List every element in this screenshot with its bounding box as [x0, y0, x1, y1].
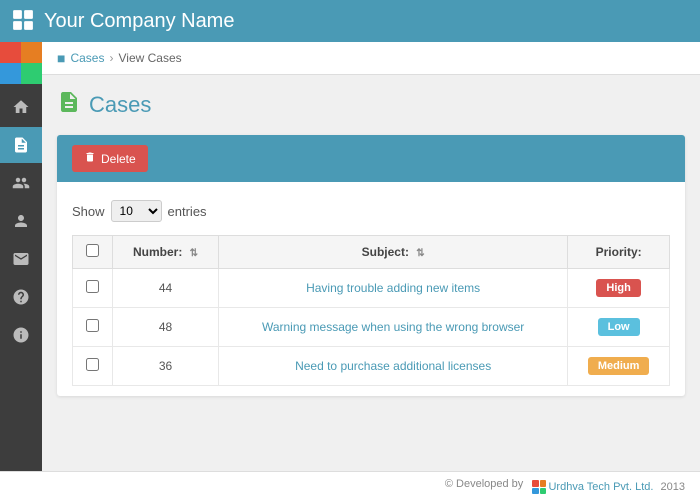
footer-text: © Developed by — [445, 478, 523, 490]
case-link[interactable]: Need to purchase additional licenses — [295, 359, 491, 373]
app-title: Your Company Name — [44, 10, 234, 33]
card-header: Delete — [57, 135, 685, 182]
sidebar-item-info[interactable] — [0, 317, 42, 353]
th-number: Number: ⇅ — [113, 236, 219, 269]
row-checkbox-cell — [73, 347, 113, 386]
row-number: 48 — [113, 308, 219, 347]
select-all-checkbox[interactable] — [86, 244, 99, 257]
cases-file-icon — [57, 90, 81, 120]
breadcrumb-separator: › — [109, 51, 113, 65]
priority-badge: High — [596, 279, 640, 297]
row-checkbox[interactable] — [86, 280, 99, 293]
color-red — [0, 42, 21, 63]
breadcrumb: ■ Cases › View Cases — [42, 42, 700, 75]
color-blue — [0, 63, 21, 84]
footer: © Developed by Urdhva Tech Pvt. Ltd. 201… — [0, 471, 700, 500]
color-orange — [21, 42, 42, 63]
row-number: 44 — [113, 269, 219, 308]
row-priority: Low — [568, 308, 670, 347]
main-layout: ■ Cases › View Cases Cases — [0, 42, 700, 500]
row-subject: Warning message when using the wrong bro… — [219, 308, 568, 347]
row-priority: Medium — [568, 347, 670, 386]
row-subject: Having trouble adding new items — [219, 269, 568, 308]
show-label: Show — [72, 204, 105, 219]
sidebar-item-profile[interactable] — [0, 203, 42, 239]
sidebar-item-mail[interactable] — [0, 241, 42, 277]
row-checkbox-cell — [73, 269, 113, 308]
cases-card: Delete Show 10 25 50 100 entries — [57, 135, 685, 396]
row-checkbox[interactable] — [86, 358, 99, 371]
delete-button[interactable]: Delete — [72, 145, 148, 172]
urdhva-logo — [532, 480, 546, 494]
th-checkbox — [73, 236, 113, 269]
table-row: 36 Need to purchase additional licenses … — [73, 347, 670, 386]
number-sort-icon[interactable]: ⇅ — [190, 248, 198, 259]
breadcrumb-current: View Cases — [118, 51, 181, 65]
sidebar-item-documents[interactable] — [0, 127, 42, 163]
cases-table: Number: ⇅ Subject: ⇅ Priority: 4 — [72, 235, 670, 386]
company-link[interactable]: Urdhva Tech Pvt. Ltd. — [548, 481, 653, 493]
row-checkbox[interactable] — [86, 319, 99, 332]
page-title: Cases — [57, 90, 685, 120]
sidebar-item-help[interactable] — [0, 279, 42, 315]
subject-sort-icon[interactable]: ⇅ — [416, 248, 424, 259]
color-block — [0, 42, 42, 84]
sidebar-item-users[interactable] — [0, 165, 42, 201]
footer-year: 2013 — [661, 481, 685, 493]
breadcrumb-icon: ■ — [57, 50, 65, 66]
sidebar-nav — [0, 84, 42, 358]
top-header: Your Company Name — [0, 0, 700, 42]
case-link[interactable]: Warning message when using the wrong bro… — [262, 320, 524, 334]
show-entries-row: Show 10 25 50 100 entries — [72, 192, 670, 230]
page-content: Cases Delete Show 10 — [42, 75, 700, 411]
content-area: ■ Cases › View Cases Cases — [42, 42, 700, 500]
table-row: 44 Having trouble adding new items High — [73, 269, 670, 308]
row-checkbox-cell — [73, 308, 113, 347]
priority-badge: Medium — [588, 357, 650, 375]
entries-label: entries — [168, 204, 207, 219]
row-subject: Need to purchase additional licenses — [219, 347, 568, 386]
app-grid-icon — [12, 9, 34, 34]
sidebar-item-home[interactable] — [0, 89, 42, 125]
trash-icon — [84, 151, 96, 166]
th-priority: Priority: — [568, 236, 670, 269]
priority-badge: Low — [598, 318, 640, 336]
card-body: Show 10 25 50 100 entries — [57, 182, 685, 396]
table-row: 48 Warning message when using the wrong … — [73, 308, 670, 347]
entries-select[interactable]: 10 25 50 100 — [111, 200, 162, 222]
row-priority: High — [568, 269, 670, 308]
sidebar — [0, 42, 42, 500]
breadcrumb-cases-link[interactable]: Cases — [70, 51, 104, 65]
th-subject: Subject: ⇅ — [219, 236, 568, 269]
row-number: 36 — [113, 347, 219, 386]
case-link[interactable]: Having trouble adding new items — [306, 281, 480, 295]
color-green — [21, 63, 42, 84]
